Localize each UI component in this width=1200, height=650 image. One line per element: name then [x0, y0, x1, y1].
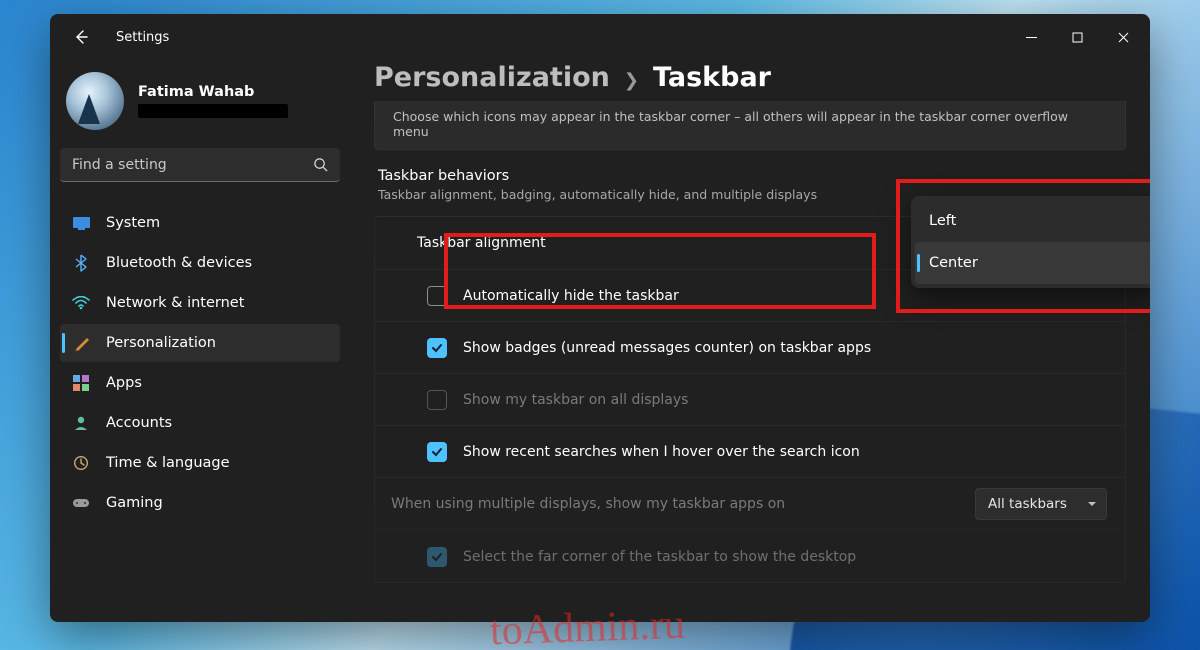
alignment-dropdown: Left Center [911, 196, 1150, 288]
breadcrumb-current: Taskbar [653, 62, 771, 93]
sidebar-item-time-language[interactable]: Time & language [60, 444, 340, 482]
check-icon [431, 551, 443, 563]
row-label: Show badges (unread messages counter) on… [463, 340, 871, 356]
breadcrumb: Personalization ❯ Taskbar [374, 60, 1126, 101]
gamepad-icon [72, 494, 90, 512]
chevron-right-icon: ❯ [624, 70, 639, 91]
apps-icon [72, 374, 90, 392]
row-multi-displays: When using multiple displays, show my ta… [375, 477, 1125, 530]
row-recent-searches[interactable]: Show recent searches when I hover over t… [375, 425, 1125, 477]
sidebar-item-accounts[interactable]: Accounts [60, 404, 340, 442]
profile-email-redacted [138, 104, 288, 118]
sidebar-item-label: Apps [106, 375, 142, 391]
sidebar-item-apps[interactable]: Apps [60, 364, 340, 402]
row-label: Select the far corner of the taskbar to … [463, 549, 856, 565]
nav-list: System Bluetooth & devices Network & int… [60, 204, 340, 522]
row-label: When using multiple displays, show my ta… [391, 496, 785, 512]
sidebar-item-gaming[interactable]: Gaming [60, 484, 340, 522]
option-label: Left [929, 213, 956, 229]
check-icon [431, 342, 443, 354]
row-far-corner[interactable]: Select the far corner of the taskbar to … [375, 530, 1125, 582]
checkbox-unchecked[interactable] [427, 286, 447, 306]
sidebar-item-system[interactable]: System [60, 204, 340, 242]
close-button[interactable] [1100, 17, 1146, 57]
row-all-displays-disabled: Show my taskbar on all displays [375, 373, 1125, 425]
check-icon [431, 446, 443, 458]
profile-name: Fatima Wahab [138, 84, 288, 100]
search-input[interactable] [72, 157, 313, 173]
app-title: Settings [116, 30, 169, 45]
row-label: Automatically hide the taskbar [463, 288, 679, 304]
sidebar-item-label: Accounts [106, 415, 172, 431]
sidebar-item-label: System [106, 215, 160, 231]
window-controls [1008, 17, 1146, 57]
checkbox-checked[interactable] [427, 338, 447, 358]
checkbox-checked[interactable] [427, 442, 447, 462]
accounts-icon [72, 414, 90, 432]
display-icon [72, 214, 90, 232]
option-label: Center [929, 255, 978, 271]
back-button[interactable] [64, 20, 98, 54]
back-arrow-icon [73, 29, 89, 45]
maximize-button[interactable] [1054, 17, 1100, 57]
search-box[interactable] [60, 148, 340, 182]
profile-text: Fatima Wahab [138, 84, 288, 118]
clock-icon [72, 454, 90, 472]
row-label: Show recent searches when I hover over t… [463, 444, 860, 460]
minimize-button[interactable] [1008, 17, 1054, 57]
maximize-icon [1072, 32, 1083, 43]
bluetooth-icon [72, 254, 90, 272]
checkbox-disabled [427, 390, 447, 410]
sidebar-item-label: Personalization [106, 335, 216, 351]
main-panel: Personalization ❯ Taskbar Choose which i… [350, 60, 1150, 622]
multi-displays-select: All taskbars [975, 488, 1107, 520]
sidebar-item-label: Bluetooth & devices [106, 255, 252, 271]
sidebar-item-personalization[interactable]: Personalization [60, 324, 340, 362]
minimize-icon [1026, 32, 1037, 43]
checkbox-checked[interactable] [427, 547, 447, 567]
profile-block[interactable]: Fatima Wahab [60, 66, 340, 148]
row-label: Show my taskbar on all displays [463, 392, 688, 408]
row-label: Taskbar alignment [417, 235, 546, 251]
sidebar: Fatima Wahab System [50, 60, 350, 622]
avatar [66, 72, 124, 130]
alignment-option-center[interactable]: Center [915, 242, 1150, 284]
row-badges[interactable]: Show badges (unread messages counter) on… [375, 321, 1125, 373]
sidebar-item-label: Time & language [106, 455, 230, 471]
breadcrumb-parent[interactable]: Personalization [374, 62, 610, 93]
sidebar-item-label: Network & internet [106, 295, 244, 311]
settings-window: Settings Fatima Wahab [50, 14, 1150, 622]
sidebar-item-bluetooth[interactable]: Bluetooth & devices [60, 244, 340, 282]
corner-overflow-hint: Choose which icons may appear in the tas… [374, 101, 1126, 150]
sidebar-item-network[interactable]: Network & internet [60, 284, 340, 322]
sidebar-item-label: Gaming [106, 495, 163, 511]
paintbrush-icon [72, 334, 90, 352]
search-icon [313, 157, 328, 172]
titlebar: Settings [50, 14, 1150, 60]
close-icon [1118, 32, 1129, 43]
select-value: All taskbars [988, 496, 1067, 512]
behaviors-title: Taskbar behaviors [378, 168, 1122, 184]
wifi-icon [72, 294, 90, 312]
alignment-option-left[interactable]: Left [915, 200, 1150, 242]
